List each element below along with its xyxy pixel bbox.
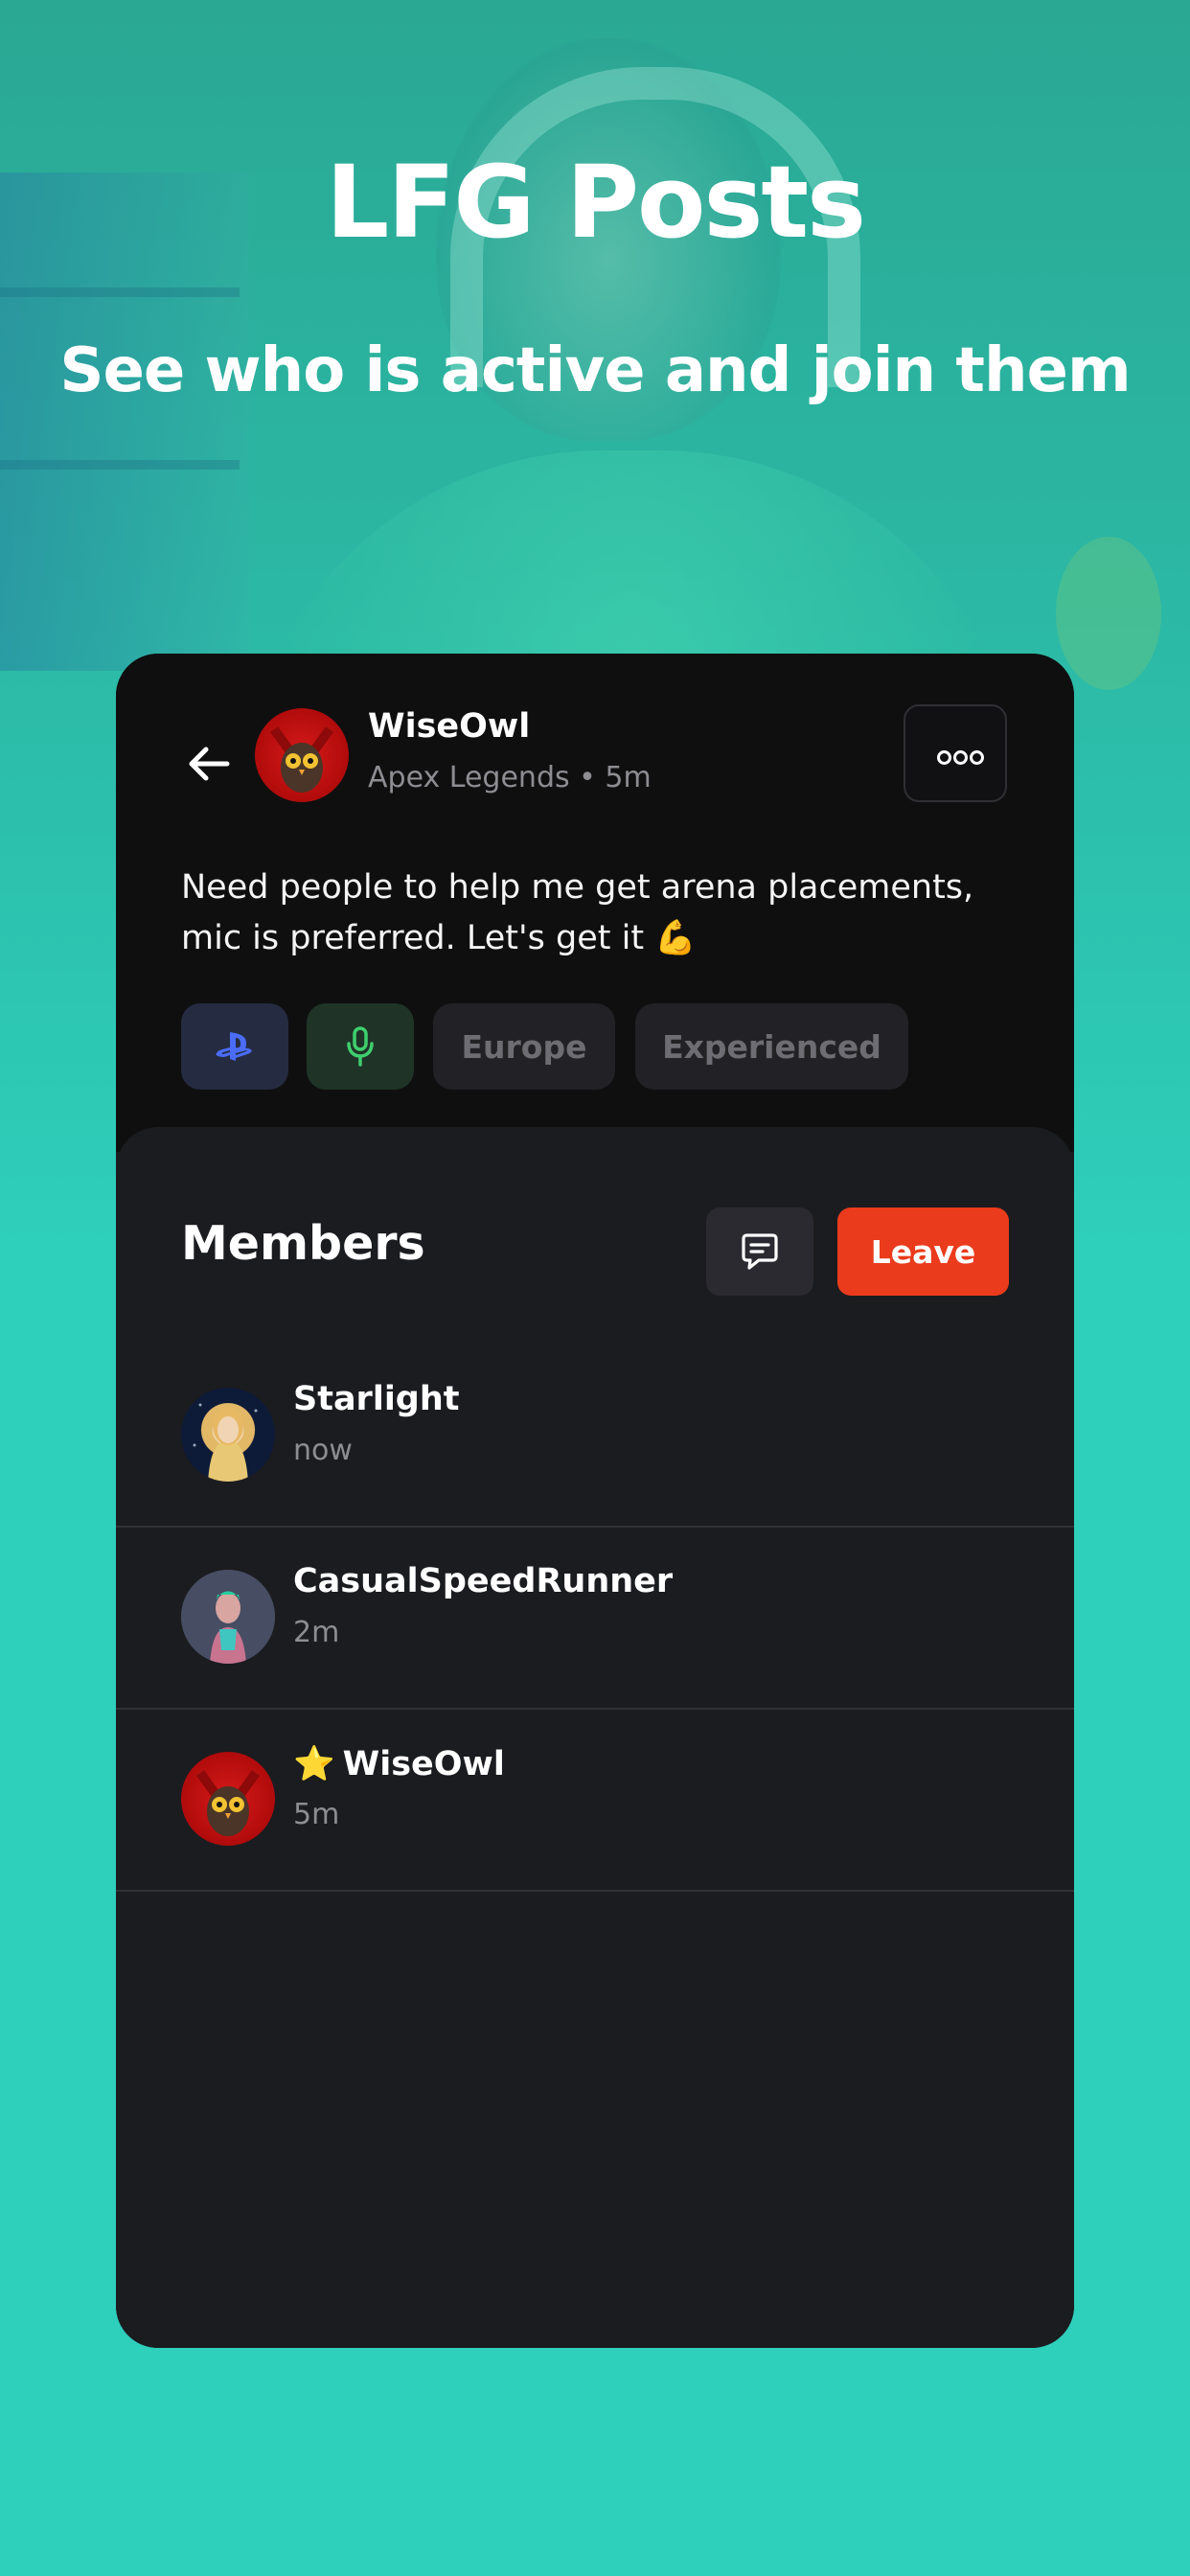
post-meta: Apex Legends • 5m — [368, 761, 652, 794]
member-row[interactable]: CasualSpeedRunner 2m — [116, 1528, 1074, 1710]
shelf-line — [0, 288, 240, 297]
member-name: Starlight — [293, 1380, 460, 1418]
member-name: ⭐ WiseOwl — [293, 1744, 505, 1783]
star-icon: ⭐ — [293, 1745, 335, 1783]
microphone-icon — [347, 1026, 374, 1067]
members-section: Members Leave Starlight now CasualSpeedR… — [116, 1127, 1074, 2348]
post-section: WiseOwl Apex Legends • 5m Need people to… — [116, 654, 1074, 1152]
chat-icon — [742, 1233, 778, 1270]
page-subtitle: See who is active and join them — [59, 335, 1131, 406]
member-time: 5m — [293, 1798, 340, 1831]
starlight-avatar-icon — [193, 1403, 258, 1482]
owl-avatar-icon — [269, 726, 334, 793]
owl-avatar-icon — [195, 1770, 261, 1836]
region-tag: Europe — [433, 1003, 615, 1090]
leave-button[interactable]: Leave — [837, 1208, 1009, 1296]
member-name: CasualSpeedRunner — [293, 1562, 674, 1600]
back-button[interactable] — [185, 740, 233, 788]
skill-tag: Experienced — [635, 1003, 908, 1090]
more-horizontal-icon — [937, 750, 986, 769]
chat-button[interactable] — [706, 1208, 813, 1296]
arrow-left-icon — [189, 747, 230, 781]
member-name-text: WiseOwl — [342, 1745, 505, 1783]
more-options-button[interactable] — [904, 704, 1007, 802]
member-time: now — [293, 1434, 353, 1467]
member-time: 2m — [293, 1616, 340, 1649]
shelf-line — [0, 460, 240, 470]
members-title: Members — [181, 1216, 425, 1271]
voice-tag — [307, 1003, 414, 1090]
member-row[interactable]: ⭐ WiseOwl 5m — [116, 1710, 1074, 1892]
member-avatar — [181, 1388, 275, 1482]
page-title: LFG Posts — [325, 144, 866, 261]
member-row[interactable]: Starlight now — [116, 1346, 1074, 1528]
runner-avatar-icon — [181, 1570, 275, 1664]
author-avatar[interactable] — [255, 708, 349, 802]
member-avatar — [181, 1570, 275, 1664]
post-body: Need people to help me get arena placeme… — [181, 868, 974, 957]
lfg-post-card: WiseOwl Apex Legends • 5m Need people to… — [116, 654, 1074, 2348]
playstation-icon — [216, 1032, 252, 1061]
platform-tag — [181, 1003, 288, 1090]
member-avatar — [181, 1752, 275, 1846]
author-name[interactable]: WiseOwl — [368, 707, 530, 746]
